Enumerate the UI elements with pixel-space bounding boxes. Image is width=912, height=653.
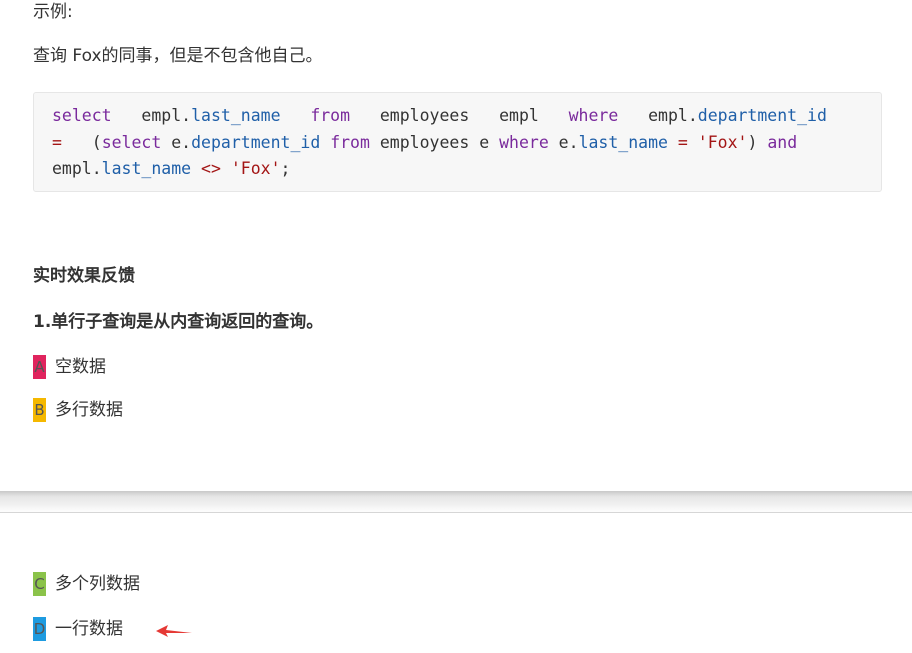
code-text: e. xyxy=(548,133,579,152)
content-panel: 示例: 查询 Fox的同事，但是不包含他自己。 select empl.last… xyxy=(0,0,912,491)
code-text: employees empl xyxy=(350,106,569,125)
code-line-1: select empl.last_name from employees emp… xyxy=(52,103,827,129)
code-line-2: = (select e.department_id from employees… xyxy=(52,130,797,156)
code-keyword: select xyxy=(52,106,112,125)
code-text: e. xyxy=(161,133,192,152)
code-text: employees e xyxy=(369,133,500,152)
section-divider xyxy=(0,491,912,513)
code-text: ; xyxy=(280,159,291,178)
option-letter-badge: B xyxy=(33,398,46,422)
code-operator: = xyxy=(667,133,698,152)
code-string: 'Fox' xyxy=(697,133,748,152)
page: 示例: 查询 Fox的同事，但是不包含他自己。 select empl.last… xyxy=(0,0,912,653)
option-a[interactable]: A 空数据 xyxy=(33,355,106,379)
code-text: empl. xyxy=(111,106,192,125)
code-keyword: from xyxy=(330,133,370,152)
code-field: department_id xyxy=(697,106,827,125)
code-line-3: empl.last_name <> 'Fox'; xyxy=(52,156,290,182)
option-b[interactable]: B 多行数据 xyxy=(33,398,123,422)
code-keyword: and xyxy=(767,133,798,152)
option-label: 多行数据 xyxy=(55,400,123,420)
sql-code-block: select empl.last_name from employees emp… xyxy=(33,92,882,192)
option-label: 多个列数据 xyxy=(55,574,140,594)
option-d[interactable]: D 一行数据 xyxy=(33,617,123,641)
code-keyword: where xyxy=(499,133,549,152)
quiz-question: 1.单行子查询是从内查询返回的查询。 xyxy=(33,312,324,332)
code-text: ) xyxy=(747,133,768,152)
arrow-annotation-icon xyxy=(156,625,192,637)
divider-line xyxy=(0,512,912,513)
code-text: empl. xyxy=(52,159,102,178)
code-text: ( xyxy=(61,133,102,152)
option-letter-badge: A xyxy=(33,355,46,379)
option-label: 空数据 xyxy=(55,357,106,377)
code-field: last_name xyxy=(578,133,668,152)
option-label: 一行数据 xyxy=(55,619,123,639)
example-heading: 示例: xyxy=(33,2,73,22)
code-keyword: where xyxy=(568,106,619,125)
option-letter-badge: D xyxy=(33,617,46,641)
code-operator: = xyxy=(52,133,62,152)
code-text: empl. xyxy=(618,106,698,125)
option-letter-badge: C xyxy=(33,572,46,596)
code-keyword: from xyxy=(310,106,351,125)
code-string: 'Fox' xyxy=(230,159,281,178)
code-field: department_id xyxy=(191,133,321,152)
option-c[interactable]: C 多个列数据 xyxy=(33,572,140,596)
code-field: last_name xyxy=(191,106,281,125)
feedback-title: 实时效果反馈 xyxy=(33,266,135,286)
example-description: 查询 Fox的同事，但是不包含他自己。 xyxy=(33,46,323,66)
code-keyword: select xyxy=(101,133,162,152)
code-field: last_name xyxy=(101,159,192,178)
code-operator: <> xyxy=(201,159,221,178)
